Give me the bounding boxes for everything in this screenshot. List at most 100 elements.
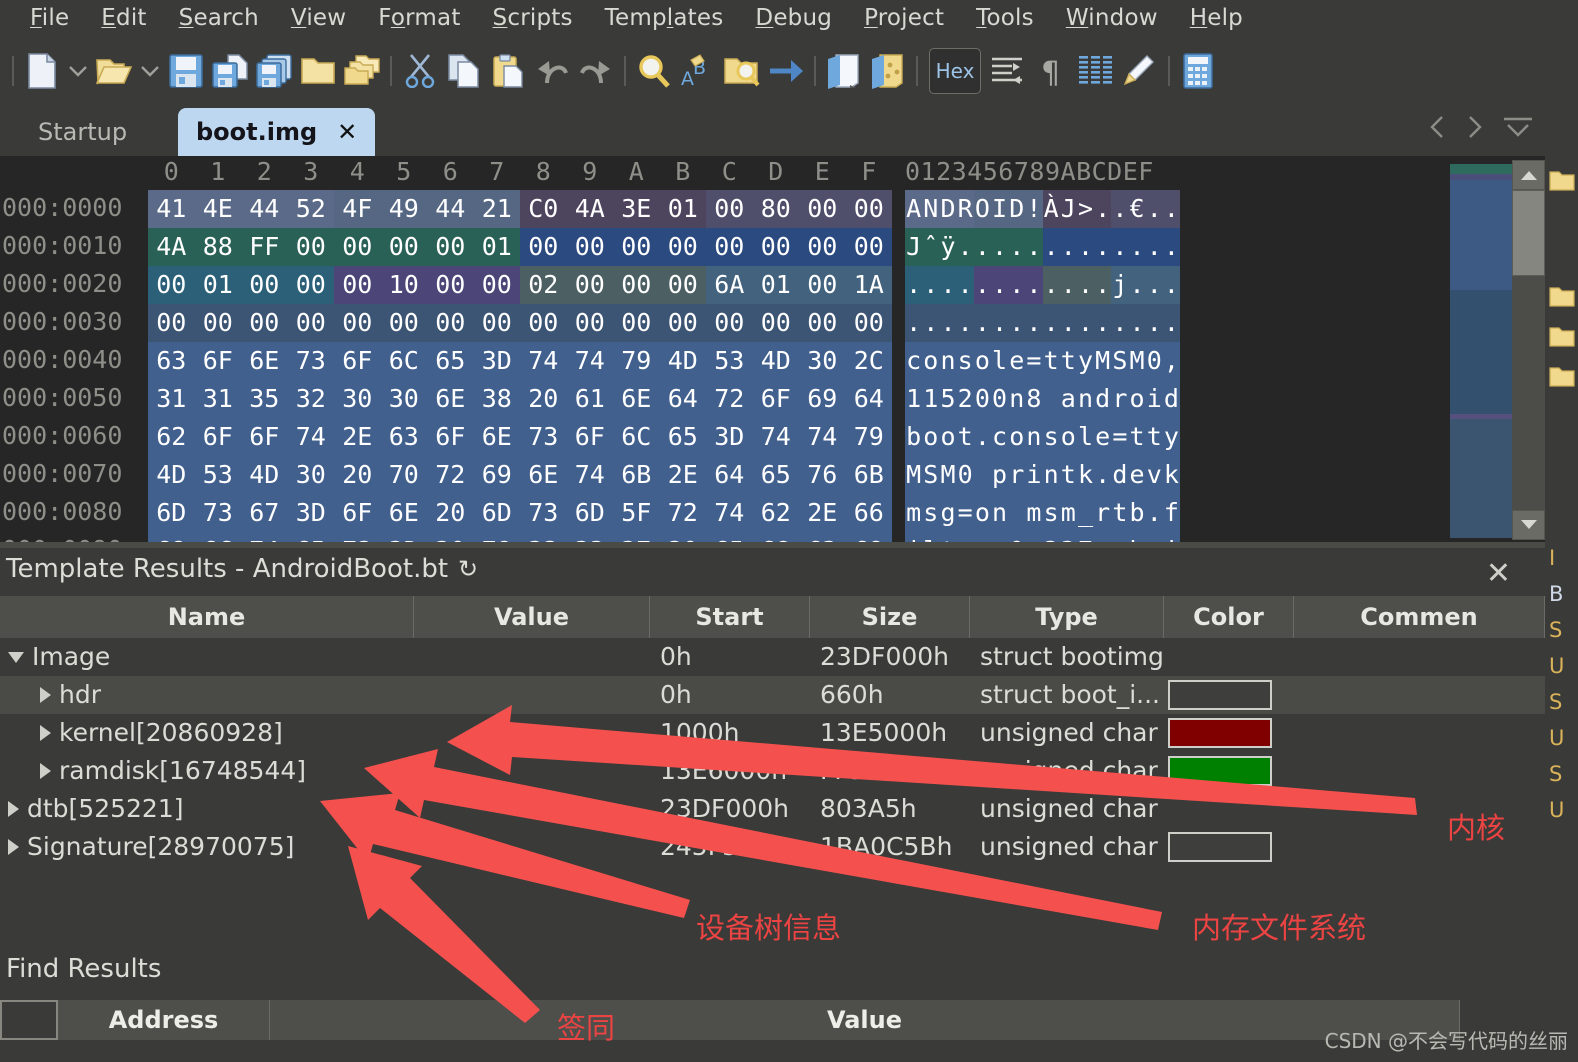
column-header-size[interactable]: Size <box>810 596 970 638</box>
hex-byte-cell[interactable]: 5F <box>613 494 660 532</box>
hex-byte-cells[interactable]: 41 4E 44 52 4F 49 44 21 C0 4A 3E 01 00 80 00 00 <box>148 190 892 228</box>
table-row[interactable]: Image 0h 23DF000h struct bootimg <box>0 638 1545 676</box>
hex-byte-cell[interactable]: 00 <box>659 304 706 342</box>
right-panel-label[interactable]: B <box>1545 576 1578 612</box>
paragraph-icon[interactable]: ¶ <box>1030 45 1074 97</box>
hex-byte-cell[interactable]: 53 <box>194 456 241 494</box>
hex-ascii-cell[interactable]: ˆ <box>922 228 940 266</box>
hex-ascii-cell[interactable]: . <box>922 304 940 342</box>
hex-ascii-cell[interactable]: m <box>1059 494 1077 532</box>
hex-byte-cell[interactable]: 00 <box>566 228 613 266</box>
hex-byte-cell[interactable]: 20 <box>659 532 706 542</box>
hex-ascii-cell[interactable]: k <box>1162 456 1180 494</box>
hex-ascii-cell[interactable] <box>973 456 991 494</box>
hex-byte-cell[interactable]: 00 <box>334 266 381 304</box>
right-panel-label[interactable]: U <box>1545 648 1578 684</box>
hex-byte-cell[interactable]: 72 <box>659 494 706 532</box>
hex-byte-cell[interactable]: 64 <box>845 380 892 418</box>
hex-byte-cell[interactable]: 02 <box>520 266 567 304</box>
row-color-cell[interactable] <box>1164 790 1294 828</box>
hex-row[interactable]: 000:0080 6D 73 67 3D 6F 6E 20 6D 73 6D 5F 72 74 62 2E 66… <box>0 494 1545 532</box>
hex-ascii-cell[interactable]: _ <box>1076 494 1095 532</box>
save-as-icon[interactable] <box>208 45 252 97</box>
hex-byte-cell[interactable]: 00 <box>845 190 892 228</box>
hex-ascii-cell[interactable]: . <box>1025 266 1043 304</box>
hex-byte-cell[interactable]: 3E <box>613 190 660 228</box>
hex-byte-cell[interactable]: 6B <box>613 456 660 494</box>
hex-ascii-cell[interactable]: N <box>922 190 940 228</box>
hex-byte-cell[interactable]: 00 <box>752 228 799 266</box>
right-panel-label[interactable]: S <box>1545 684 1578 720</box>
hex-byte-cells[interactable]: 00 00 00 00 00 00 00 00 00 00 00 00 00 00 00 00 <box>148 304 892 342</box>
hex-ascii-cell[interactable]: 3 <box>1059 532 1077 542</box>
hex-ascii-cell[interactable]: . <box>956 228 974 266</box>
chevron-right-icon[interactable] <box>8 839 19 855</box>
hex-ascii-cell[interactable]: . <box>1059 266 1077 304</box>
new-file-icon[interactable] <box>20 45 64 97</box>
scrollbar-thumb[interactable] <box>1512 190 1545 276</box>
hex-ascii-cell[interactable]: e <box>1128 456 1146 494</box>
hex-byte-cell[interactable]: 32 <box>287 380 334 418</box>
hex-ascii-cell[interactable]: . <box>1025 304 1043 342</box>
hex-byte-cell[interactable]: 74 <box>752 418 799 456</box>
hex-ascii-cell[interactable]: . <box>1145 228 1163 266</box>
chevron-down-icon[interactable] <box>8 651 24 663</box>
hex-byte-cell[interactable]: 6E <box>380 494 427 532</box>
hex-ascii-cell[interactable]: i <box>1145 380 1163 418</box>
menu-item-search[interactable]: Search <box>163 1 275 35</box>
hex-byte-cell[interactable]: 65 <box>659 418 706 456</box>
hex-ascii-cell[interactable]: c <box>990 418 1009 456</box>
hex-byte-cell[interactable]: 00 <box>845 228 892 266</box>
hex-byte-cell[interactable]: 69 <box>845 532 892 542</box>
hex-ascii-cell[interactable]: . <box>1111 304 1129 342</box>
column-header-commen[interactable]: Commen <box>1294 596 1545 638</box>
hex-ascii-cell[interactable]: t <box>1059 342 1077 380</box>
menu-item-tools[interactable]: Tools <box>960 1 1050 35</box>
hex-ascii-cell[interactable]: ! <box>1025 190 1043 228</box>
hex-byte-cell[interactable]: 00 <box>334 228 381 266</box>
hex-byte-cell[interactable]: 65 <box>287 532 334 542</box>
hex-ascii-cell[interactable]: . <box>1094 456 1112 494</box>
hex-byte-cell[interactable]: 73 <box>520 418 567 456</box>
folder-dock-icon-3[interactable] <box>1548 326 1575 352</box>
hex-ascii-cell[interactable]: d <box>1162 380 1180 418</box>
hex-ascii-cell[interactable]: 1 <box>905 380 923 418</box>
columns-icon[interactable] <box>1074 45 1118 97</box>
hex-ascii-cell[interactable]: . <box>973 418 991 456</box>
hex-ascii-cell[interactable]: 0 <box>973 380 991 418</box>
hex-byte-cell[interactable]: 20 <box>427 494 474 532</box>
row-name-cell[interactable]: ramdisk[16748544] <box>0 752 414 790</box>
hex-byte-cell[interactable]: 61 <box>566 380 613 418</box>
copy-icon[interactable] <box>442 45 486 97</box>
highlight-icon[interactable] <box>1118 45 1162 97</box>
hex-ascii-cell[interactable]: r <box>973 532 991 542</box>
hex-byte-cell[interactable]: 6E <box>473 418 520 456</box>
hex-byte-cell[interactable]: 00 <box>659 228 706 266</box>
hex-ascii-cell[interactable]: € <box>1128 190 1146 228</box>
hex-ascii-cell[interactable]: . <box>922 266 940 304</box>
hex-ascii-cell[interactable]: y <box>1162 418 1180 456</box>
hex-byte-cell[interactable]: 21 <box>473 190 520 228</box>
open-folder-icon[interactable] <box>92 45 136 97</box>
hex-ascii-cell[interactable]: s <box>922 494 940 532</box>
hex-ascii-cell[interactable]: s <box>1042 494 1060 532</box>
hex-ascii-cell[interactable]: . <box>1145 190 1163 228</box>
hex-ascii-cell[interactable]: l <box>1076 418 1095 456</box>
hex-ascii-cell[interactable]: o <box>973 494 991 532</box>
hex-ascii-cell[interactable]: . <box>1059 304 1077 342</box>
goto-icon[interactable] <box>764 45 808 97</box>
column-header-start[interactable]: Start <box>650 596 810 638</box>
hex-byte-cell[interactable]: 6E <box>427 380 474 418</box>
hex-ascii-cell[interactable]: . <box>1025 228 1043 266</box>
hex-ascii-cell[interactable]: . <box>973 266 991 304</box>
hex-byte-cell[interactable]: 6F <box>334 494 381 532</box>
row-name-cell[interactable]: dtb[525221] <box>0 790 414 828</box>
hex-byte-cell[interactable]: 30 <box>287 456 334 494</box>
hex-byte-cell[interactable]: 00 <box>752 304 799 342</box>
hex-ascii-cell[interactable]: . <box>1128 266 1146 304</box>
hex-ascii-cell[interactable]: t <box>1145 418 1163 456</box>
hex-byte-cell[interactable]: 76 <box>799 456 846 494</box>
new-file-dropdown-icon[interactable] <box>64 45 92 97</box>
cut-icon[interactable] <box>398 45 442 97</box>
hex-ascii-cell[interactable]: A <box>905 190 923 228</box>
